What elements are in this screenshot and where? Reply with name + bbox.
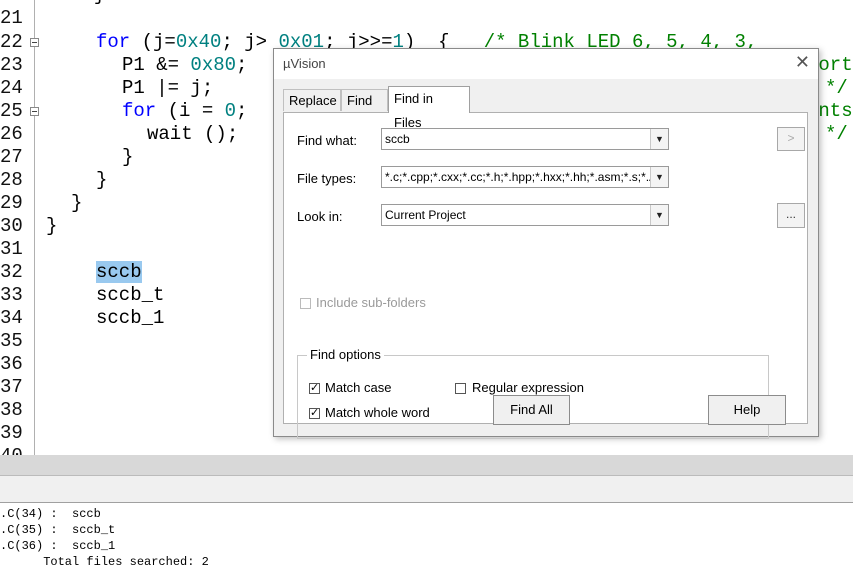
dialog-title: µVision bbox=[283, 56, 326, 71]
keyword: for bbox=[122, 100, 157, 122]
pane-splitter[interactable] bbox=[0, 476, 853, 502]
file-types-label: File types: bbox=[297, 171, 357, 186]
line-number: 40 bbox=[0, 445, 24, 455]
tab-find-in-files[interactable]: Find in Files bbox=[388, 86, 470, 130]
code-text: (j= bbox=[130, 31, 176, 53]
fold-collapse-icon[interactable] bbox=[30, 38, 39, 47]
code-line: sccb_1 bbox=[96, 307, 165, 329]
line-number: 25 bbox=[0, 100, 23, 122]
find-all-button[interactable]: Find All bbox=[493, 395, 570, 425]
line-number: 35 bbox=[0, 330, 23, 352]
keyword: for bbox=[96, 31, 131, 53]
tab-replace[interactable]: Replace bbox=[283, 89, 341, 111]
code-line: } bbox=[96, 169, 108, 191]
code-text: ; bbox=[236, 100, 248, 122]
match-case-checkbox[interactable]: ✓ bbox=[309, 383, 320, 394]
chevron-down-icon[interactable]: ▼ bbox=[650, 129, 668, 149]
line-number: 34 bbox=[0, 307, 23, 329]
tab-find[interactable]: Find bbox=[341, 89, 388, 111]
look-in-select[interactable]: Current Project bbox=[385, 208, 466, 222]
code-text: ; j> bbox=[221, 31, 279, 53]
find-history-button[interactable]: > bbox=[777, 127, 805, 151]
chevron-down-icon[interactable]: ▼ bbox=[650, 205, 668, 225]
include-subfolders-checkbox[interactable] bbox=[300, 298, 311, 309]
regex-checkbox[interactable] bbox=[455, 383, 466, 394]
find-what-label: Find what: bbox=[297, 133, 357, 148]
match-whole-word-checkbox[interactable]: ✓ bbox=[309, 408, 320, 419]
output-line: Total files searched: 2 bbox=[0, 555, 209, 569]
help-button[interactable]: Help bbox=[708, 395, 786, 425]
line-number: 23 bbox=[0, 54, 23, 76]
code-line: sccb_t bbox=[96, 284, 165, 306]
code-comment: */ bbox=[825, 123, 848, 145]
line-number: 31 bbox=[0, 238, 23, 260]
code-line: for (i = 0; bbox=[122, 100, 247, 123]
code-line: sccb bbox=[96, 261, 142, 284]
line-number: 30 bbox=[0, 215, 23, 237]
code-line: P1 &= 0x80; bbox=[122, 54, 247, 77]
chevron-down-icon[interactable]: ▼ bbox=[650, 167, 668, 187]
output-line[interactable]: .C(34) : sccb bbox=[0, 506, 101, 522]
file-types-combo[interactable]: *.c;*.cpp;*.cxx;*.cc;*.h;*.hpp;*.hxx;*.h… bbox=[381, 166, 669, 188]
code-text: (i = bbox=[156, 100, 225, 122]
close-icon[interactable]: ✕ bbox=[795, 52, 810, 73]
number-literal: 0x80 bbox=[190, 54, 237, 76]
file-types-input[interactable]: *.c;*.cpp;*.cxx;*.cc;*.h;*.hpp;*.hxx;*.h… bbox=[385, 170, 650, 184]
line-number: 37 bbox=[0, 376, 23, 398]
number-literal: 0x40 bbox=[175, 31, 222, 53]
code-line: wait (); bbox=[147, 123, 239, 145]
line-number: 39 bbox=[0, 422, 23, 444]
output-line[interactable]: .C(35) : sccb_t bbox=[0, 522, 115, 538]
code-line: P1 |= j; bbox=[122, 77, 214, 99]
match-case-label: Match case bbox=[325, 380, 392, 395]
include-subfolders-label: Include sub-folders bbox=[316, 295, 426, 310]
line-number: 29 bbox=[0, 192, 23, 214]
browse-button[interactable]: ... bbox=[777, 203, 805, 228]
find-what-combo[interactable]: sccb ▼ bbox=[381, 128, 669, 150]
line-number: 22 bbox=[0, 31, 23, 53]
fold-collapse-icon[interactable] bbox=[30, 107, 39, 116]
code-comment: */ bbox=[825, 77, 848, 99]
line-number: 24 bbox=[0, 77, 23, 99]
code-text: P1 &= bbox=[122, 54, 191, 76]
line-number: 36 bbox=[0, 353, 23, 375]
code-line: } bbox=[46, 215, 58, 237]
line-number: 21 bbox=[0, 7, 23, 29]
find-dialog: µVision ✕ Replace Find Find in Files Fin… bbox=[273, 48, 819, 439]
code-line: } bbox=[71, 192, 83, 214]
code-line: } bbox=[122, 146, 134, 168]
fold-guide-line bbox=[34, 0, 35, 455]
horizontal-scrollbar[interactable] bbox=[0, 455, 853, 476]
look-in-combo[interactable]: Current Project ▼ bbox=[381, 204, 669, 226]
line-number: 26 bbox=[0, 123, 23, 145]
output-line[interactable]: .C(36) : sccb_1 bbox=[0, 538, 115, 554]
line-number: 38 bbox=[0, 399, 23, 421]
look-in-label: Look in: bbox=[297, 209, 343, 224]
find-options-label: Find options bbox=[307, 347, 384, 362]
line-number: 33 bbox=[0, 284, 23, 306]
dialog-titlebar[interactable]: µVision ✕ bbox=[274, 49, 818, 79]
selected-text[interactable]: sccb bbox=[96, 261, 142, 283]
match-whole-word-label: Match whole word bbox=[325, 405, 430, 420]
find-in-files-output[interactable]: .C(34) : sccb .C(35) : sccb_t .C(36) : s… bbox=[0, 503, 853, 576]
regex-label: Regular expression bbox=[472, 380, 585, 395]
number-literal: 0 bbox=[224, 100, 237, 122]
line-number: 27 bbox=[0, 146, 23, 168]
line-number: 28 bbox=[0, 169, 23, 191]
line-number: 32 bbox=[0, 261, 23, 283]
find-in-files-panel: Find what: sccb ▼ > File types: *.c;*.cp… bbox=[283, 112, 808, 439]
code-text: ; bbox=[236, 54, 248, 76]
code-line: } bbox=[71, 0, 105, 7]
